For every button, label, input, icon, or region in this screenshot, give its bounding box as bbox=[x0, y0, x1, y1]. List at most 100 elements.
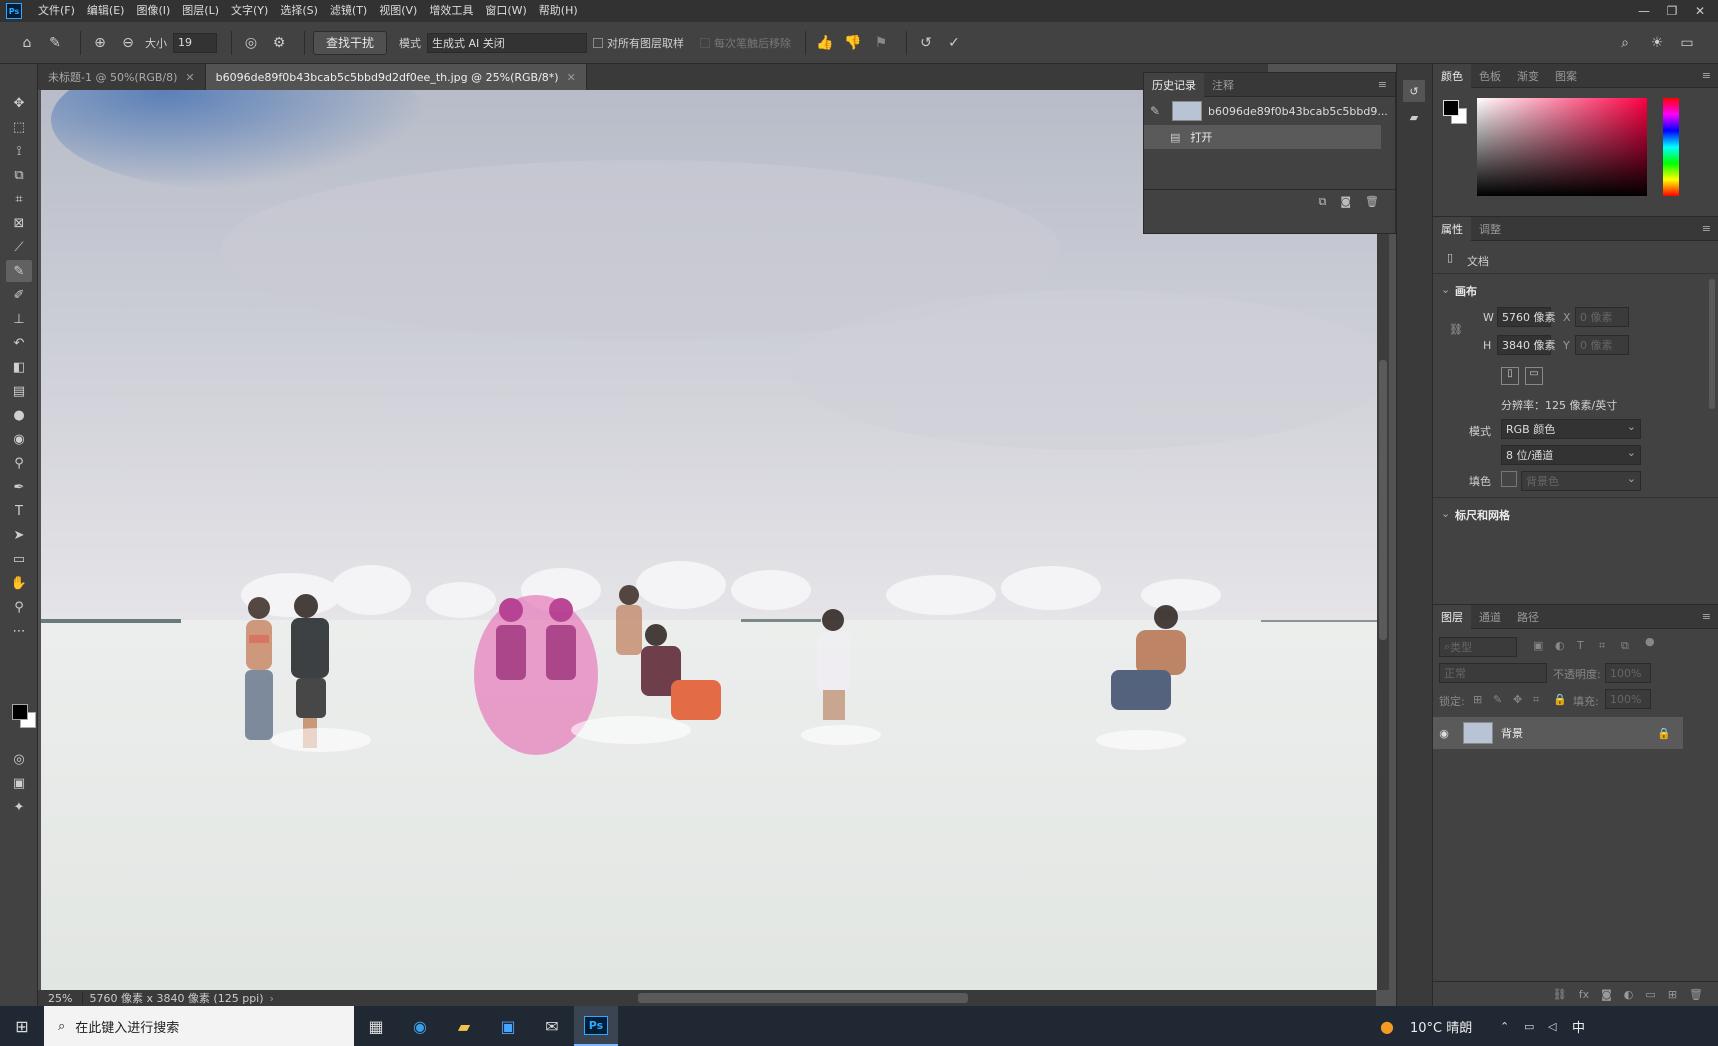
lock-pixels-icon[interactable]: ✎ bbox=[1493, 693, 1502, 706]
lock-all-icon[interactable]: 🔒 bbox=[1553, 693, 1567, 706]
tab-color[interactable]: 颜色 bbox=[1433, 63, 1471, 88]
tab-close-icon[interactable]: ✕ bbox=[185, 71, 194, 84]
canvas-header[interactable]: 画布 bbox=[1455, 283, 1477, 299]
tab-adjustments[interactable]: 调整 bbox=[1471, 217, 1509, 241]
color-mode-select[interactable]: RGB 颜色 bbox=[1501, 419, 1641, 439]
tab-patterns[interactable]: 图案 bbox=[1547, 64, 1585, 88]
panel-menu-icon[interactable]: ≡ bbox=[1694, 610, 1718, 623]
gradient-tool-icon[interactable]: ▤ bbox=[6, 380, 32, 402]
frame-tool-icon[interactable]: ⊠ bbox=[6, 212, 32, 234]
file-explorer-icon[interactable]: ▰ bbox=[442, 1006, 486, 1046]
path-select-tool-icon[interactable]: ➤ bbox=[6, 524, 32, 546]
tab-swatches[interactable]: 色板 bbox=[1471, 64, 1509, 88]
history-step[interactable]: ▤ 打开 bbox=[1144, 125, 1381, 149]
object-select-tool-icon[interactable]: ⧉ bbox=[6, 164, 32, 186]
windows-start-icon[interactable]: ⊞ bbox=[0, 1006, 44, 1046]
fg-color-swatch[interactable] bbox=[1443, 100, 1459, 116]
new-adjustment-icon[interactable]: ◐ bbox=[1624, 988, 1634, 1001]
rectangle-tool-icon[interactable]: ▭ bbox=[6, 548, 32, 570]
ime-indicator[interactable]: 中 bbox=[1572, 1017, 1585, 1036]
history-brush-tool-icon[interactable]: ↶ bbox=[6, 332, 32, 354]
weather-icon[interactable]: ● bbox=[1380, 1017, 1394, 1036]
pen-tool-icon[interactable]: ✒ bbox=[6, 476, 32, 498]
edge-icon[interactable]: ◉ bbox=[398, 1006, 442, 1046]
height-field[interactable]: 3840 像素 bbox=[1497, 335, 1556, 355]
tab-paths[interactable]: 路径 bbox=[1509, 605, 1547, 629]
home-icon[interactable]: ⌂ bbox=[16, 32, 38, 54]
brush-tool-icon[interactable]: ✐ bbox=[6, 284, 32, 306]
new-layer-icon[interactable]: ⊞ bbox=[1668, 988, 1677, 1001]
panel-menu-icon[interactable]: ≡ bbox=[1694, 69, 1718, 82]
tab-channels[interactable]: 通道 bbox=[1471, 605, 1509, 629]
history-panel-icon[interactable]: ↺ bbox=[1403, 80, 1425, 102]
remove-tool-preset-icon[interactable]: ✎ bbox=[44, 32, 66, 54]
quick-select-tool-icon[interactable]: ⟟ bbox=[6, 140, 32, 162]
lock-transparent-icon[interactable]: ⊞ bbox=[1473, 693, 1482, 706]
panel-menu-icon[interactable]: ≡ bbox=[1694, 222, 1718, 235]
minimize-icon[interactable]: — bbox=[1630, 0, 1658, 22]
bit-depth-select[interactable]: 8 位/通道 bbox=[1501, 445, 1641, 465]
tab-gradients[interactable]: 渐变 bbox=[1509, 64, 1547, 88]
new-group-icon[interactable]: ▭ bbox=[1645, 988, 1655, 1001]
chevron-right-icon[interactable]: › bbox=[270, 992, 274, 1005]
tab-layers[interactable]: 图层 bbox=[1433, 604, 1471, 629]
width-field[interactable]: 5760 像素 bbox=[1497, 307, 1556, 327]
color-field[interactable] bbox=[1477, 98, 1647, 196]
type-tool-icon[interactable]: T bbox=[6, 500, 32, 522]
bulb-icon[interactable]: ☀ bbox=[1646, 32, 1668, 54]
fill-select[interactable]: 背景色 bbox=[1521, 471, 1641, 491]
hand-tool-icon[interactable]: ✋ bbox=[6, 572, 32, 594]
close-icon[interactable]: ✕ bbox=[1686, 0, 1714, 22]
add-mode-icon[interactable]: ⊕ bbox=[89, 32, 111, 54]
blend-mode-select[interactable]: 正常 bbox=[1439, 663, 1547, 683]
flag-icon[interactable]: ⚑ bbox=[870, 32, 892, 54]
store-icon[interactable]: ▣ bbox=[486, 1006, 530, 1046]
filter-toggle-icon[interactable]: ● bbox=[1645, 635, 1655, 648]
eye-icon[interactable]: ◉ bbox=[1433, 727, 1455, 740]
panel-menu-icon[interactable]: ≡ bbox=[1370, 78, 1395, 91]
tab-history[interactable]: 历史记录 bbox=[1144, 72, 1204, 97]
tab-notes[interactable]: 注释 bbox=[1204, 73, 1242, 97]
gear-icon[interactable]: ⚙ bbox=[268, 32, 290, 54]
pressure-icon[interactable]: ◎ bbox=[240, 32, 262, 54]
quick-mask-icon[interactable]: ◎ bbox=[6, 748, 32, 770]
add-mask-icon[interactable]: ◙ bbox=[1601, 988, 1612, 1001]
undo-icon[interactable]: ↺ bbox=[915, 32, 937, 54]
menu-select[interactable]: 选择(S) bbox=[274, 0, 324, 22]
menu-view[interactable]: 视图(V) bbox=[373, 0, 423, 22]
comments-icon[interactable]: ▰ bbox=[1403, 106, 1425, 128]
hue-slider[interactable] bbox=[1663, 98, 1679, 196]
tab-close-icon[interactable]: ✕ bbox=[567, 71, 576, 84]
thumbs-down-icon[interactable]: 👎 bbox=[842, 32, 864, 54]
remove-after-checkbox[interactable] bbox=[700, 37, 711, 48]
screen-mode-icon[interactable]: ▣ bbox=[6, 772, 32, 794]
task-view-icon[interactable]: ▦ bbox=[354, 1006, 398, 1046]
restore-icon[interactable]: ❐ bbox=[1658, 0, 1686, 22]
weather-text[interactable]: 10°C 晴朗 bbox=[1410, 1017, 1472, 1036]
landscape-orientation-icon[interactable]: ▭ bbox=[1525, 367, 1543, 385]
doc-tab-photo[interactable]: b6096de89f0b43bcab5c5bbd9d2df0ee_th.jpg … bbox=[205, 64, 587, 90]
filter-type-icon[interactable]: T bbox=[1577, 639, 1584, 652]
remove-tool-icon[interactable]: ✎ bbox=[6, 260, 32, 282]
taskbar-search[interactable]: ⌕ 在此键入进行搜索 bbox=[44, 1006, 354, 1046]
crop-tool-icon[interactable]: ⌗ bbox=[6, 188, 32, 210]
commit-check-icon[interactable]: ✓ bbox=[943, 32, 965, 54]
delete-layer-icon[interactable]: 🗑 bbox=[1689, 988, 1703, 1001]
menu-image[interactable]: 图像(I) bbox=[130, 0, 176, 22]
fx-icon[interactable]: fx bbox=[1579, 988, 1589, 1001]
mail-icon[interactable]: ✉ bbox=[530, 1006, 574, 1046]
thumbs-up-icon[interactable]: 👍 bbox=[814, 32, 836, 54]
chevron-down-icon[interactable]: ⌄ bbox=[1441, 507, 1450, 520]
y-field[interactable]: 0 像素 bbox=[1575, 335, 1629, 355]
filter-pixel-icon[interactable]: ▣ bbox=[1533, 639, 1543, 652]
tray-chevron-icon[interactable]: ⌃ bbox=[1500, 1020, 1509, 1033]
search-icon[interactable]: ⌕ bbox=[1614, 32, 1636, 54]
menu-window[interactable]: 窗口(W) bbox=[479, 0, 532, 22]
menu-help[interactable]: 帮助(H) bbox=[533, 0, 584, 22]
size-input[interactable]: 19 bbox=[173, 32, 217, 53]
filter-adjustment-icon[interactable]: ◐ bbox=[1555, 639, 1565, 652]
menu-layer[interactable]: 图层(L) bbox=[176, 0, 225, 22]
generative-icon[interactable]: ✦ bbox=[6, 796, 32, 818]
new-document-from-state-icon[interactable]: ⧉ bbox=[1318, 195, 1326, 209]
workspace-icon[interactable]: ▭ bbox=[1676, 32, 1698, 54]
